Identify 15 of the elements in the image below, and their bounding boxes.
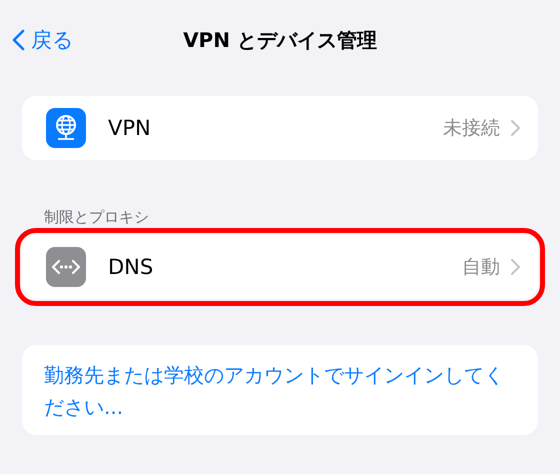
section-header: 制限とプロキシ: [44, 208, 150, 227]
globe-network-icon: [46, 108, 86, 148]
sign-in-link[interactable]: 勤務先または学校のアカウントでサインインしてください...: [44, 359, 504, 423]
chevron-right-icon: [510, 119, 520, 137]
chevron-right-icon: [510, 258, 520, 276]
code-brackets-icon: [46, 247, 86, 287]
page-title: VPN とデバイス管理: [183, 26, 377, 54]
back-button[interactable]: 戻る: [12, 26, 74, 54]
row-label: VPN: [108, 116, 152, 140]
chevron-left-icon: [12, 29, 25, 51]
settings-row[interactable]: DNS 自動: [22, 235, 538, 299]
row-value: 自動: [462, 255, 500, 280]
row-value: 未接続: [443, 116, 500, 141]
row-label: DNS: [108, 255, 154, 279]
settings-row[interactable]: VPN 未接続: [22, 96, 538, 160]
